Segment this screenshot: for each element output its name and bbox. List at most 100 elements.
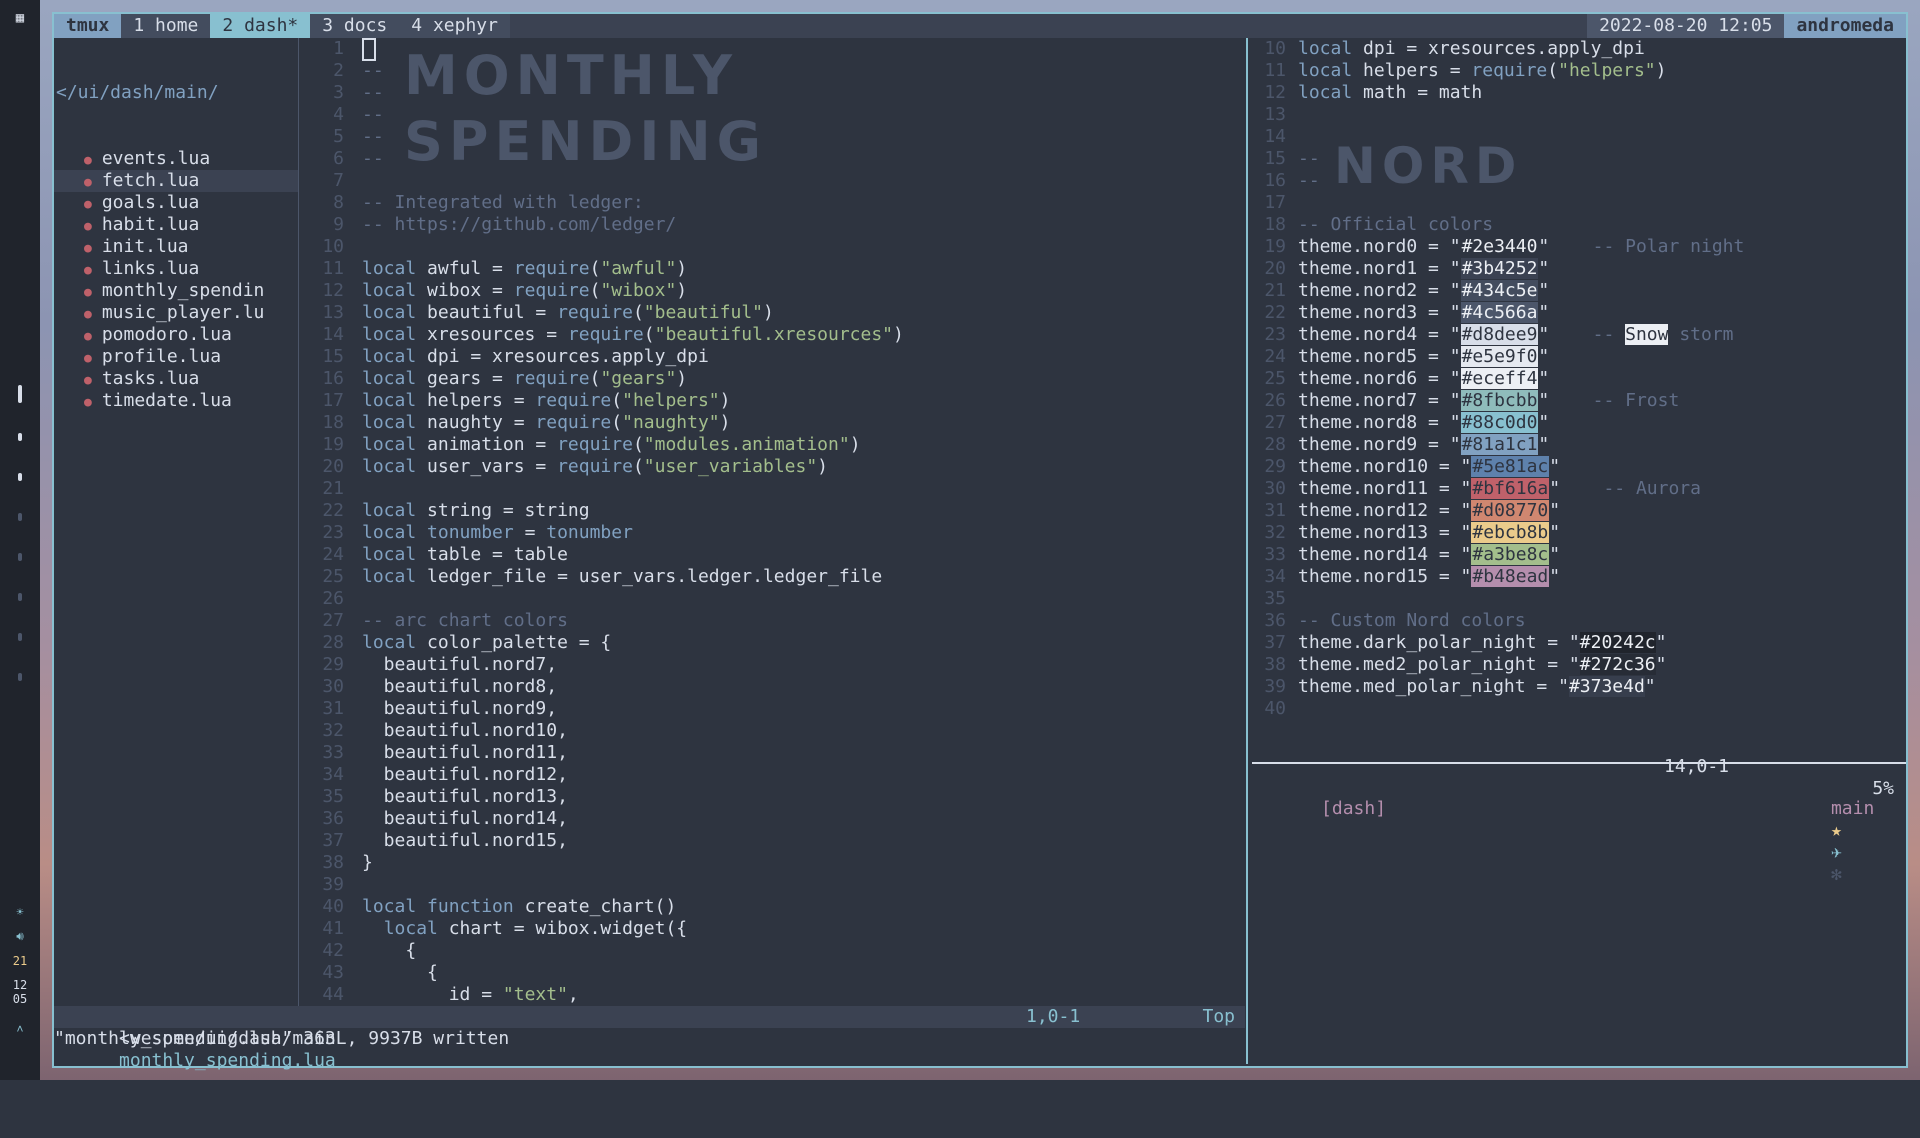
clock: 12 05 <box>0 978 40 1006</box>
line-number: 27 <box>322 610 344 631</box>
line-number: 36 <box>322 808 344 829</box>
code-text: -- <box>362 60 384 81</box>
prompt-right: main ★ ✈ ✻ <box>1744 776 1896 908</box>
tmux-window-2[interactable]: 2 dash* <box>210 14 311 38</box>
vim-right-pane[interactable]: 10 local dpi = xresources.apply_dpi 11 loca… <box>1252 38 1906 1062</box>
code-line: 43 { <box>306 962 1236 984</box>
banner-spending: SPENDING <box>404 110 767 173</box>
code-line: 26 <box>306 588 1236 610</box>
code-line: 37 beautiful.nord15, <box>306 830 1236 852</box>
tree-file[interactable]: ● init.lua <box>54 236 298 258</box>
code-text: -- arc chart colors <box>362 610 568 631</box>
tree-file[interactable]: ● monthly_spendin <box>54 280 298 302</box>
tree-file[interactable]: ● links.lua <box>54 258 298 280</box>
tag-indicator[interactable] <box>18 593 22 601</box>
code-text: theme.nord12 = "#d08770" <box>1298 500 1561 521</box>
code-text: local dpi = xresources.apply_dpi <box>362 346 709 367</box>
code-line: 40 <box>1252 698 1906 720</box>
code-line: 42 { <box>306 940 1236 962</box>
line-number: 30 <box>322 676 344 697</box>
code-line: 28 theme.nord9 = "#81a1c1" <box>1252 434 1906 456</box>
code-text: local naughty = require("naughty") <box>362 412 731 433</box>
tag-indicator[interactable] <box>18 633 22 641</box>
code-line: 24 theme.nord5 = "#e5e9f0" <box>1252 346 1906 368</box>
arch-icon[interactable]: ˄ <box>0 1022 40 1037</box>
code-line: 33 theme.nord14 = "#a3be8c" <box>1252 544 1906 566</box>
tag-indicator[interactable] <box>18 673 22 681</box>
lua-file-icon: ● <box>84 153 92 168</box>
code-line: 35 <box>1252 588 1906 610</box>
code-line: 20 local user_vars = require("user_variab… <box>306 456 1236 478</box>
tree-file-label: init.lua <box>101 236 189 257</box>
code-line: 22 local string = string <box>306 500 1236 522</box>
tree-file-label: events.lua <box>101 148 211 169</box>
code-text: local ledger_file = user_vars.ledger.led… <box>362 566 883 587</box>
tree-file-label: pomodoro.lua <box>101 324 232 345</box>
tmux-window-3[interactable]: 3 docs <box>310 14 400 38</box>
lua-file-icon: ● <box>84 263 92 278</box>
code-line: 39 <box>306 874 1236 896</box>
sun-icon[interactable]: ☀ <box>0 905 40 919</box>
tree-file[interactable]: ● events.lua <box>54 148 298 170</box>
line-number: 40 <box>1264 698 1286 719</box>
status-scroll: Top <box>1202 1006 1235 1027</box>
code-text: local awful = require("awful") <box>362 258 688 279</box>
tree-file[interactable]: ● pomodoro.lua <box>54 324 298 346</box>
code-line: 13 local beautiful = require("beautiful") <box>306 302 1236 324</box>
lua-file-icon: ● <box>84 197 92 212</box>
tree-file-label: links.lua <box>101 258 200 279</box>
lua-file-icon: ● <box>84 241 92 256</box>
shell-prompt[interactable]: [dash] main ★ ✈ ✻ <box>1256 776 1896 885</box>
code-line: 18 -- Official colors <box>1252 214 1906 236</box>
tag-indicator-active[interactable] <box>18 385 22 403</box>
line-number: 6 <box>333 148 344 169</box>
tag-indicator[interactable] <box>18 433 22 441</box>
tree-file[interactable]: ● music_player.lu <box>54 302 298 324</box>
code-text: theme.nord11 = "#bf616a" -- Aurora <box>1298 478 1701 499</box>
grid-icon[interactable]: ▦ <box>0 10 40 26</box>
code-line: 29 beautiful.nord7, <box>306 654 1236 676</box>
vim-left-pane[interactable]: </ui/dash/main/ ● events.lua ● fetch.lua ● go… <box>54 38 1245 1071</box>
color-swatch: #a3be8c <box>1471 544 1550 565</box>
tag-indicator[interactable] <box>18 553 22 561</box>
tag-indicator[interactable] <box>18 473 22 481</box>
tree-file[interactable]: ● fetch.lua <box>54 170 298 192</box>
tmux-window-4[interactable]: 4 xephyr <box>399 14 510 38</box>
speaker-icon[interactable]: 🔊︎ <box>0 929 40 944</box>
line-number: 37 <box>1264 632 1286 653</box>
line-number: 7 <box>333 170 344 191</box>
code-editor[interactable]: 1 2 -- 3 -- 4 -- 5 -- 6 -- 7 8 -- Integrated with led… <box>306 38 1236 1006</box>
tree-file-label: fetch.lua <box>101 170 200 191</box>
line-number: 15 <box>322 346 344 367</box>
color-swatch: #4c566a <box>1460 302 1539 323</box>
tree-file[interactable]: ● timedate.lua <box>54 390 298 412</box>
pane-separator[interactable] <box>1246 38 1248 1064</box>
code-line: 17 <box>1252 192 1906 214</box>
tree-file[interactable]: ● habit.lua <box>54 214 298 236</box>
vim-message: "monthly_spending.lua" 363L, 9937B writt… <box>54 1028 510 1049</box>
line-number: 17 <box>1264 192 1286 213</box>
code-text: local string = string <box>362 500 590 521</box>
code-text: theme.dark_polar_night = "#20242c" <box>1298 632 1667 653</box>
code-text <box>362 38 376 61</box>
line-number: 1 <box>333 38 344 59</box>
code-line: 33 beautiful.nord11, <box>306 742 1236 764</box>
tree-file[interactable]: ● profile.lua <box>54 346 298 368</box>
tmux-date: 2022-08-20 12:05 <box>1587 14 1785 38</box>
line-number: 9 <box>333 214 344 235</box>
line-number: 22 <box>322 500 344 521</box>
tree-file[interactable]: ● goals.lua <box>54 192 298 214</box>
line-number: 44 <box>322 984 344 1005</box>
tree-path: </ui/dash/main/ <box>56 82 219 103</box>
code-line: 36 beautiful.nord14, <box>306 808 1236 830</box>
line-number: 14 <box>1264 126 1286 147</box>
code-text: -- <box>1298 170 1320 191</box>
code-line: 21 theme.nord2 = "#434c5e" <box>1252 280 1906 302</box>
line-number: 19 <box>1264 236 1286 257</box>
code-text: -- <box>1298 148 1320 169</box>
tmux-window-1[interactable]: 1 home <box>121 14 211 38</box>
tree-file[interactable]: ● tasks.lua <box>54 368 298 390</box>
tag-indicator[interactable] <box>18 513 22 521</box>
sidebar-widgets: ☀ 🔊︎ 21 12 05 ˄ <box>0 905 40 1047</box>
color-swatch: #8fbcbb <box>1460 390 1539 411</box>
